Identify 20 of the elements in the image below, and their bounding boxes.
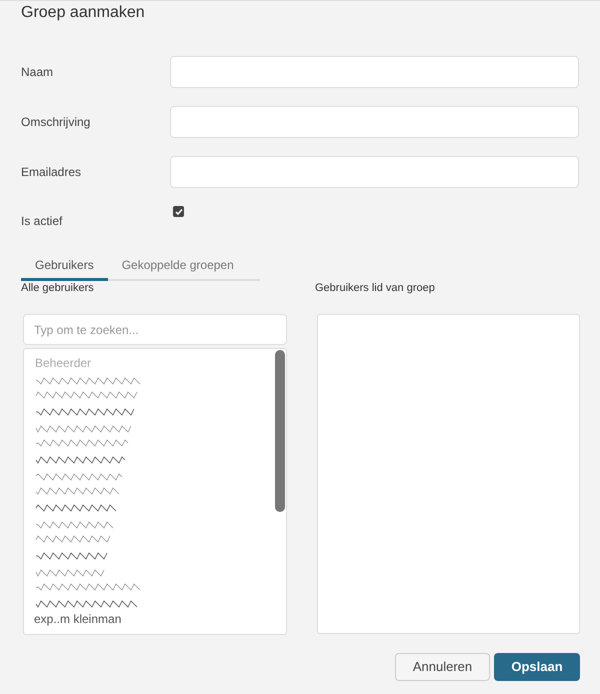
- save-button[interactable]: Opslaan: [494, 653, 580, 681]
- tab[interactable]: Gebruikers: [21, 251, 108, 281]
- text-field[interactable]: [170, 56, 579, 88]
- scrollbar-thumb[interactable]: [275, 350, 285, 512]
- section-heading: Gebruikers lid van groep: [315, 281, 435, 296]
- field-label: Is actief: [21, 213, 64, 230]
- search-field[interactable]: Typ om te zoeken...: [23, 314, 287, 345]
- field-label: Omschrijving: [21, 114, 92, 131]
- group-header: Beheerder: [34, 355, 92, 371]
- text-field[interactable]: [170, 106, 579, 138]
- field-label: Naam: [21, 64, 54, 81]
- user-item[interactable]: exp..m kleinman: [34, 611, 122, 627]
- cancel-button[interactable]: Annuleren: [395, 653, 490, 681]
- field-label: Emailadres: [21, 164, 82, 181]
- checkmark-icon: [174, 208, 182, 216]
- dialog-title: Groep aanmaken: [21, 3, 145, 23]
- text-field[interactable]: [170, 156, 579, 188]
- checkbox[interactable]: [173, 206, 184, 217]
- section-heading: Alle gebruikers: [21, 281, 94, 296]
- tab[interactable]: Gekoppelde groepen: [108, 251, 248, 281]
